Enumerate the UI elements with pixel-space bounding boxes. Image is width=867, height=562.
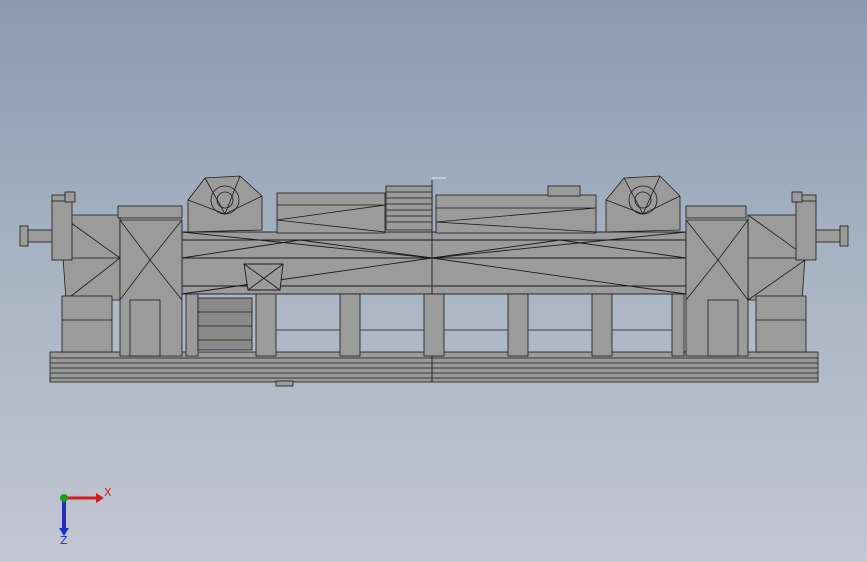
wireframe-model[interactable] <box>0 0 867 562</box>
gear-housing-right <box>605 175 681 233</box>
y-axis-dot <box>60 494 68 502</box>
graphics-viewport[interactable]: X Z <box>0 0 867 562</box>
base-plate <box>49 351 819 387</box>
x-axis-label: X <box>104 486 112 499</box>
end-assembly-left <box>19 191 183 357</box>
support-columns <box>185 293 685 357</box>
reference-triad: X Z <box>59 486 112 547</box>
z-axis-label: Z <box>60 534 68 547</box>
end-assembly-right <box>685 191 849 357</box>
top-details <box>276 185 597 234</box>
gear-housing-left <box>187 175 263 233</box>
